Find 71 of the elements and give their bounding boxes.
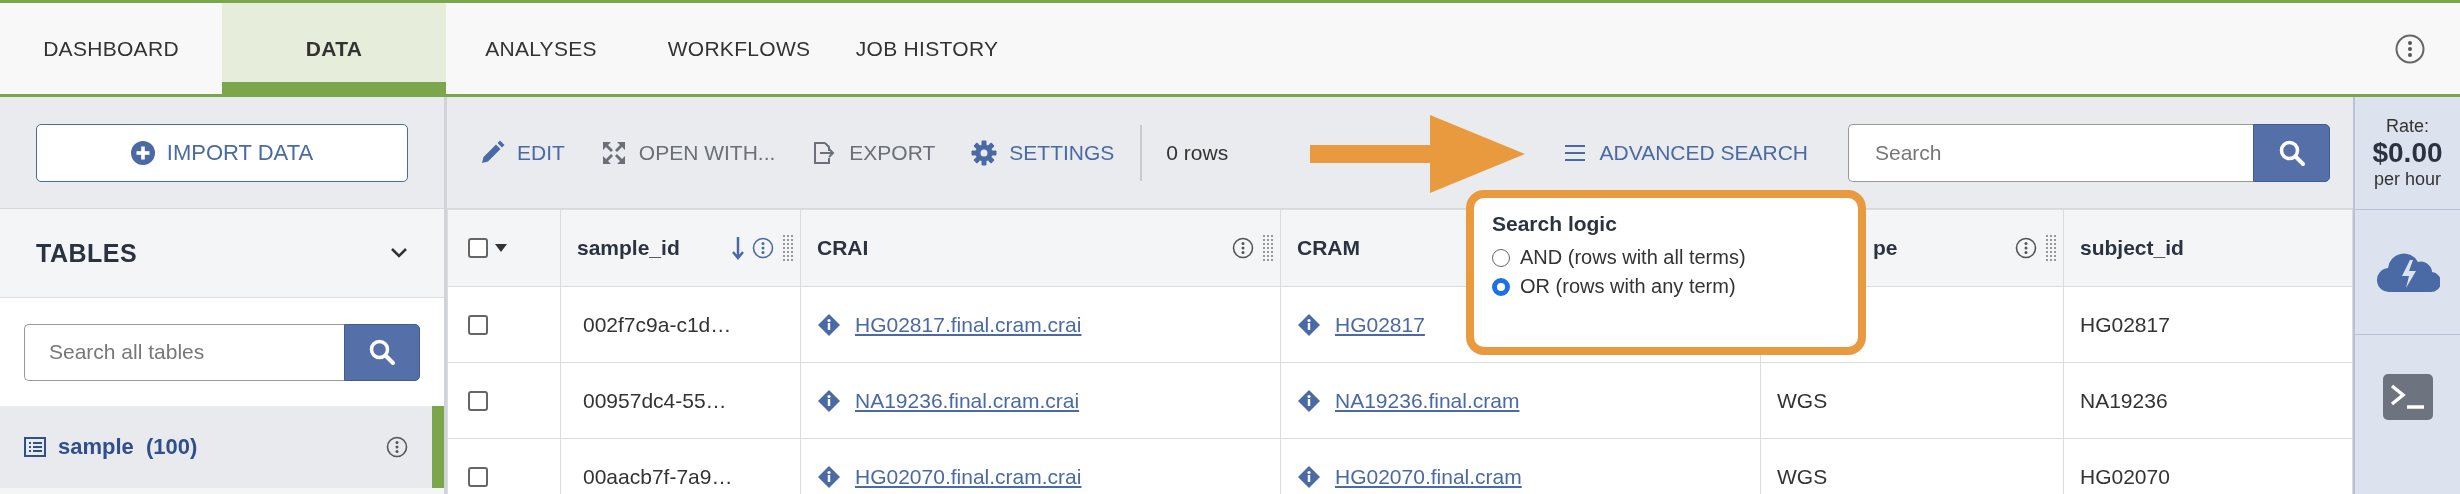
info-diamond-icon (817, 464, 841, 489)
toolbar-button[interactable]: EDIT (461, 130, 583, 175)
nav-tab[interactable]: JOB HISTORY (842, 3, 1012, 94)
info-icon[interactable] (386, 436, 408, 458)
table-cell: 00957dc4-55… (583, 388, 727, 412)
table-cell: WGS (1777, 388, 1828, 412)
table-cell: 00aacb7f-7a9… (583, 464, 733, 488)
checkbox[interactable] (468, 390, 488, 411)
nav-tab[interactable]: ANALYSES (446, 3, 636, 94)
nav-tab[interactable]: DATA (222, 3, 446, 94)
file-link[interactable]: HG02817 (1335, 312, 1425, 337)
selection-status: 0 rows (1166, 140, 1229, 165)
checkbox[interactable] (468, 466, 488, 487)
column-header[interactable]: sample_id (577, 236, 680, 260)
table-cell: HG02817 (2080, 312, 2170, 336)
file-link[interactable]: NA19236.final.cram.crai (855, 388, 1080, 413)
pencil-icon (479, 139, 505, 166)
checkbox[interactable] (468, 238, 488, 258)
info-diamond-icon (1297, 312, 1321, 337)
info-diamond-icon (817, 388, 841, 413)
table-icon (24, 437, 46, 457)
resize-handle-icon (2045, 234, 2057, 262)
info-icon[interactable] (752, 237, 774, 259)
plus-circle-icon (130, 140, 155, 165)
popup-title: Search logic (1492, 212, 1618, 236)
caret-down-icon[interactable] (494, 243, 508, 253)
file-link[interactable]: HG02070.final.cram (1335, 464, 1522, 489)
more-icon[interactable] (2395, 33, 2425, 64)
info-diamond-icon (817, 312, 841, 337)
search-field[interactable]: Search all tables (24, 323, 344, 381)
table-list-item[interactable]: sample (100) (0, 406, 444, 488)
info-diamond-icon (1297, 388, 1321, 413)
import-data-button[interactable]: IMPORT DATA (36, 123, 408, 182)
expand-arrows-icon (600, 139, 627, 166)
info-icon[interactable] (2015, 237, 2037, 259)
resize-handle-icon (1262, 234, 1274, 262)
advanced-search-link[interactable]: ADVANCED SEARCH (1563, 140, 1808, 165)
rate-amount: $0.00 (2372, 136, 2443, 170)
nav-tab[interactable]: WORKFLOWS (636, 3, 842, 94)
rate-label: Rate: (2386, 116, 2429, 137)
radio-label[interactable]: AND (rows with all terms) (1520, 246, 1746, 269)
column-header[interactable]: pe (1873, 236, 1898, 260)
search-icon (368, 338, 396, 366)
file-link[interactable]: NA19236.final.cram (1335, 388, 1520, 413)
toolbar-button[interactable]: SETTINGS (953, 130, 1133, 175)
nav-tab[interactable]: DASHBOARD (0, 3, 222, 94)
search-icon (2277, 138, 2306, 167)
column-header[interactable]: CRAI (817, 236, 869, 260)
search-field[interactable]: Search (1848, 123, 2253, 182)
checkbox[interactable] (468, 314, 488, 335)
terminal-icon[interactable] (2382, 374, 2433, 420)
menu-icon (1563, 142, 1586, 163)
gear-icon (971, 139, 998, 166)
column-header[interactable]: subject_id (2080, 236, 2184, 260)
table-cell: HG02070 (2080, 464, 2170, 488)
resize-handle-icon (782, 234, 794, 262)
table-cell: WGS (1777, 464, 1828, 488)
table-cell: NA19236 (2080, 388, 2168, 412)
radio-button[interactable] (1492, 248, 1510, 267)
info-diamond-icon (1297, 464, 1321, 489)
radio-label[interactable]: OR (rows with any term) (1520, 275, 1736, 298)
rate-unit: per hour (2373, 169, 2441, 190)
search-button[interactable] (2253, 123, 2330, 182)
file-link[interactable]: HG02817.final.cram.crai (855, 312, 1082, 337)
search-button[interactable] (344, 323, 420, 381)
table-cell: 002f7c9a-c1d… (583, 312, 732, 336)
chevron-down-icon[interactable] (390, 247, 408, 259)
info-icon[interactable] (1232, 237, 1254, 259)
column-header[interactable]: CRAM (1297, 236, 1360, 260)
radio-button[interactable] (1492, 277, 1510, 296)
section-heading: TABLES (36, 238, 138, 268)
